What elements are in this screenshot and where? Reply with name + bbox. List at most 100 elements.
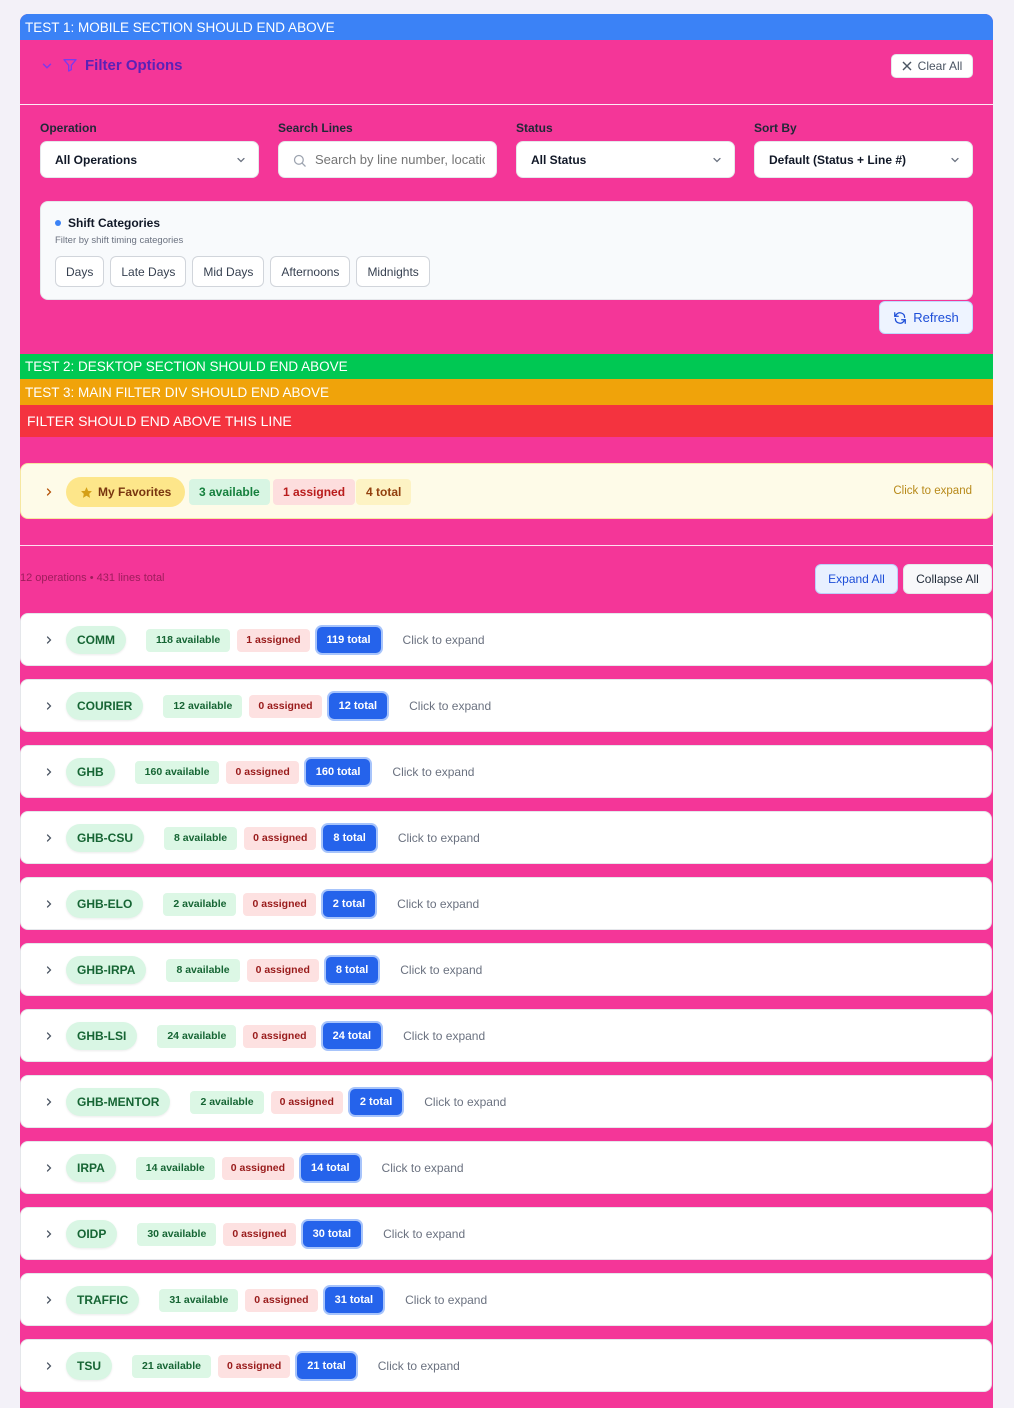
operation-row-content: COURIER 12 available 0 assigned 12 total Cli…: [66, 692, 491, 720]
operation-name-badge: COURIER: [66, 692, 144, 720]
expand-hint: Click to expand: [403, 1029, 486, 1043]
assigned-badge: 0 assigned: [244, 826, 317, 850]
chevron-right-icon: [46, 636, 52, 644]
test-1-banner: TEST 1: MOBILE SECTION SHOULD END ABOVE: [20, 14, 993, 40]
favorites-assigned-badge: 1 assigned: [273, 479, 356, 505]
operation-row-content: GHB 160 available 0 assigned 160 total Click…: [66, 758, 474, 786]
operation-row[interactable]: GHB-ELO 2 available 0 assigned 2 total Click…: [20, 877, 992, 930]
expand-hint: Click to expand: [392, 765, 475, 779]
status-value: All Status: [531, 152, 587, 167]
collapse-all-button[interactable]: Collapse All: [903, 564, 992, 594]
refresh-icon: [894, 311, 907, 324]
operation-row-content: GHB-ELO 2 available 0 assigned 2 total Click…: [66, 890, 479, 918]
divider: [20, 545, 993, 546]
chevron-right-icon: [46, 1098, 52, 1106]
expand-all-button[interactable]: Expand All: [815, 564, 898, 594]
operation-row[interactable]: GHB-IRPA 8 available 0 assigned 8 total Clic…: [20, 943, 992, 996]
total-badge: 2 total: [322, 891, 376, 917]
operation-row-content: COMM 118 available 1 assigned 119 total Clic…: [66, 626, 485, 654]
filter-header: Filter Options Clear All: [20, 40, 993, 105]
available-badge: 14 available: [135, 1156, 215, 1180]
assigned-badge: 0 assigned: [243, 892, 316, 916]
chevron-down-icon[interactable]: [40, 59, 54, 73]
close-icon: [902, 61, 912, 71]
shift-chip-afternoons[interactable]: Afternoons: [270, 256, 351, 287]
assigned-badge: 0 assigned: [249, 694, 322, 718]
operations-list: COMM 118 available 1 assigned 119 total Clic…: [20, 613, 993, 1405]
expand-hint: Click to expand: [381, 1161, 464, 1175]
operation-row[interactable]: IRPA 14 available 0 assigned 14 total Click …: [20, 1141, 992, 1194]
chevron-right-icon: [46, 1296, 52, 1304]
chevron-right-icon: [46, 702, 52, 710]
total-badge: 21 total: [297, 1353, 356, 1379]
operation-name-badge: COMM: [66, 626, 126, 654]
operations-summary: 12 operations • 431 lines total: [20, 572, 165, 584]
shift-chip-mid-days[interactable]: Mid Days: [192, 256, 265, 287]
operation-row[interactable]: GHB-LSI 24 available 0 assigned 24 total Cli…: [20, 1009, 992, 1062]
operation-row[interactable]: COURIER 12 available 0 assigned 12 total Cli…: [20, 679, 992, 732]
sort-value: Default (Status + Line #): [769, 152, 907, 167]
assigned-badge: 0 assigned: [245, 1288, 318, 1312]
assigned-badge: 0 assigned: [223, 1222, 296, 1246]
chevron-right-icon: [46, 834, 52, 842]
test-3-banner: TEST 3: MAIN FILTER DIV SHOULD END ABOVE: [20, 379, 993, 405]
assigned-badge: 1 assigned: [237, 628, 310, 652]
operation-value: All Operations: [55, 152, 138, 167]
available-badge: 160 available: [134, 760, 220, 784]
favorites-badge: My Favorites: [66, 477, 186, 507]
shift-chip-days[interactable]: Days: [55, 256, 105, 287]
favorites-row[interactable]: My Favorites 3 available 1 assigned 4 to…: [20, 463, 993, 519]
operation-row-content: GHB-IRPA 8 available 0 assigned 8 total Clic…: [66, 956, 482, 984]
refresh-label: Refresh: [913, 310, 959, 325]
favorites-total-badge: 4 total: [356, 479, 412, 505]
operation-row-content: TSU 21 available 0 assigned 21 total Click t…: [66, 1352, 460, 1380]
expand-hint: Click to expand: [397, 897, 480, 911]
search-icon: [293, 154, 306, 167]
operation-select[interactable]: All Operations: [40, 141, 259, 178]
operation-row[interactable]: OIDP 30 available 0 assigned 30 total Click …: [20, 1207, 992, 1260]
available-badge: 8 available: [164, 826, 238, 850]
favorites-expand-hint: Click to expand: [893, 485, 972, 497]
shift-chip-late-days[interactable]: Late Days: [110, 256, 187, 287]
operation-row-content: GHB-CSU 8 available 0 assigned 8 total Click…: [66, 824, 480, 852]
operation-name-badge: TRAFFIC: [66, 1286, 140, 1314]
assigned-badge: 0 assigned: [246, 958, 319, 982]
operation-name-badge: TSU: [66, 1352, 112, 1380]
total-badge: 119 total: [316, 627, 381, 653]
operation-row[interactable]: TRAFFIC 31 available 0 assigned 31 total Cli…: [20, 1273, 992, 1326]
operation-row[interactable]: GHB 160 available 0 assigned 160 total Click…: [20, 745, 992, 798]
available-badge: 31 available: [159, 1288, 239, 1312]
expand-hint: Click to expand: [377, 1359, 460, 1373]
clear-all-button[interactable]: Clear All: [891, 54, 973, 78]
assigned-badge: 0 assigned: [217, 1354, 291, 1378]
filter-funnel-icon: [63, 59, 77, 72]
clear-all-label: Clear All: [917, 59, 963, 73]
chevron-right-icon: [46, 900, 52, 908]
operation-row[interactable]: COMM 118 available 1 assigned 119 total Clic…: [20, 613, 992, 666]
shift-chip-midnights[interactable]: Midnights: [356, 256, 430, 287]
sort-select[interactable]: Default (Status + Line #): [754, 141, 973, 178]
chevron-right-icon: [46, 1230, 52, 1238]
available-badge: 30 available: [137, 1222, 217, 1246]
total-badge: 160 total: [305, 759, 371, 785]
total-badge: 2 total: [349, 1089, 403, 1115]
shift-categories-subtitle: Filter by shift timing categories: [55, 235, 184, 246]
available-badge: 21 available: [132, 1354, 211, 1378]
search-label: Search Lines: [278, 121, 353, 135]
operation-row[interactable]: GHB-MENTOR 2 available 0 assigned 2 total Cl…: [20, 1075, 992, 1128]
expand-hint: Click to expand: [383, 1227, 466, 1241]
total-badge: 12 total: [328, 693, 388, 719]
operation-row-content: OIDP 30 available 0 assigned 30 total Click …: [66, 1220, 465, 1248]
refresh-button[interactable]: Refresh: [879, 301, 973, 334]
total-badge: 8 total: [325, 957, 379, 983]
operation-label: Operation: [40, 121, 97, 135]
operation-row[interactable]: GHB-CSU 8 available 0 assigned 8 total Click…: [20, 811, 992, 864]
status-select[interactable]: All Status: [516, 141, 735, 178]
expand-hint: Click to expand: [424, 1095, 507, 1109]
assigned-badge: 0 assigned: [270, 1090, 343, 1114]
operation-row[interactable]: TSU 21 available 0 assigned 21 total Click t…: [20, 1339, 992, 1392]
search-input[interactable]: [315, 152, 485, 167]
available-badge: 24 available: [157, 1024, 237, 1048]
assigned-badge: 0 assigned: [243, 1024, 316, 1048]
expand-hint: Click to expand: [402, 633, 485, 647]
